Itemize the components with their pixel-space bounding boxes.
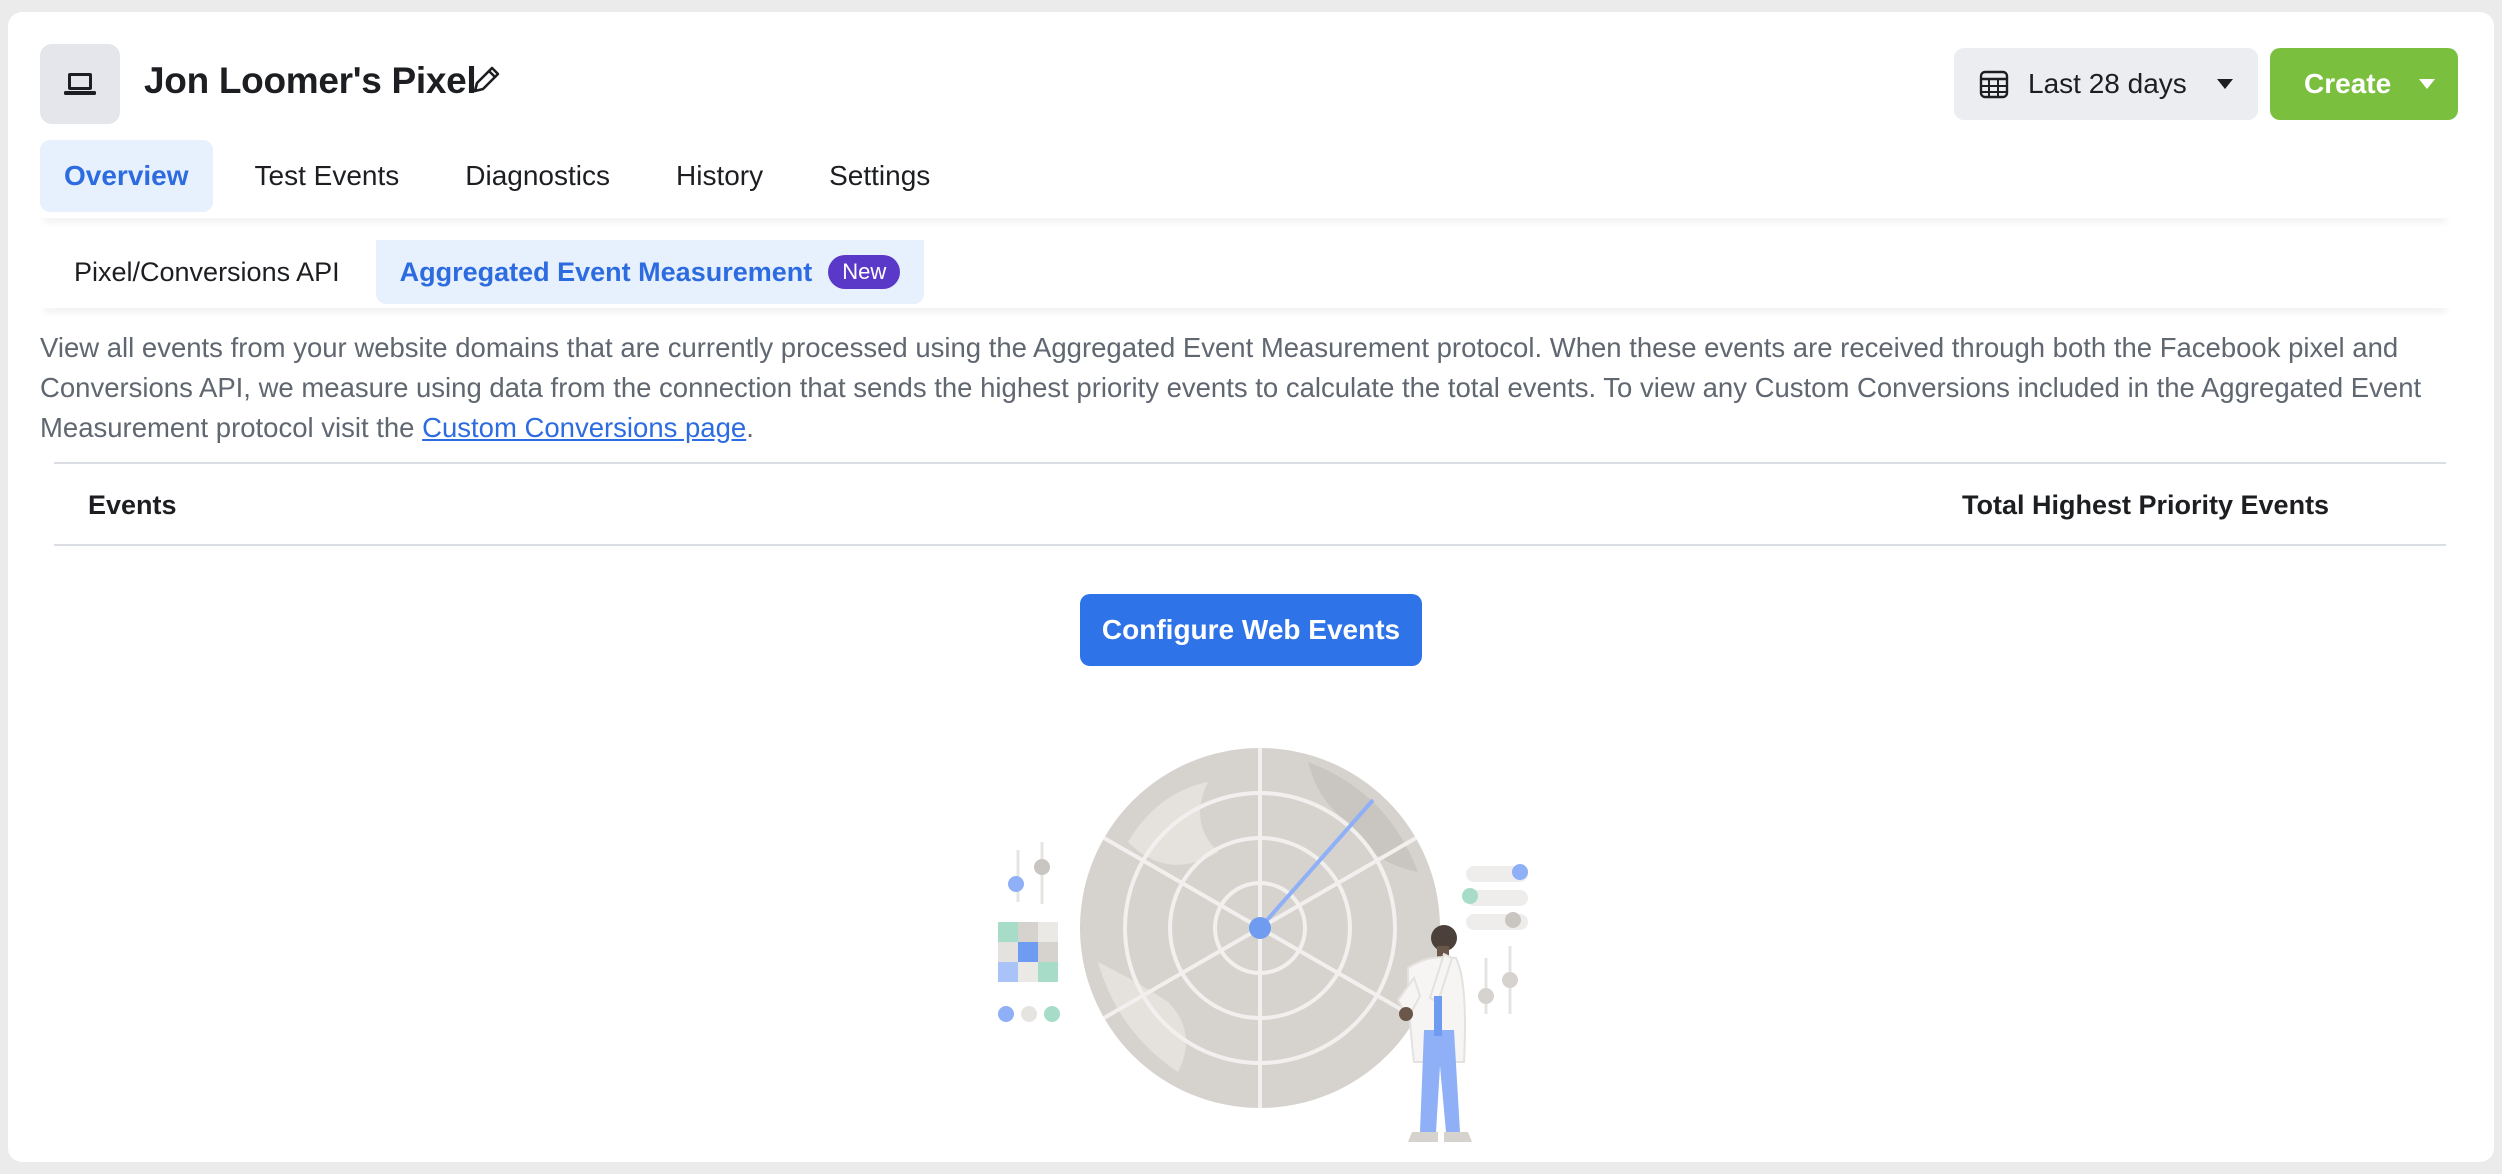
description-text: View all events from your website domain…: [40, 328, 2480, 448]
column-header-events[interactable]: Events: [88, 490, 177, 521]
subtab-label: Aggregated Event Measurement: [399, 256, 813, 287]
date-range-label: Last 28 days: [2028, 68, 2187, 99]
caret-down-icon: [2419, 79, 2435, 89]
events-table-header: Events Total Highest Priority Events: [54, 462, 2446, 546]
subtab-label: Pixel/Conversions API: [74, 256, 340, 287]
configure-web-events-button[interactable]: Configure Web Events: [1080, 594, 1422, 666]
calendar-icon: [1979, 70, 2009, 99]
tab-test-events[interactable]: Test Events: [231, 140, 424, 212]
pencil-icon[interactable]: [466, 60, 506, 100]
subtab-pixel-conversions-api[interactable]: Pixel/Conversions API: [50, 240, 364, 304]
tab-overview[interactable]: Overview: [40, 140, 213, 212]
laptop-icon: [40, 44, 120, 124]
page-title: Jon Loomer's Pixel: [144, 60, 477, 101]
page-header: Jon Loomer's Pixel Last 28 days Create O…: [8, 12, 2494, 212]
radar-illustration: [998, 748, 1528, 1142]
tab-diagnostics[interactable]: Diagnostics: [441, 140, 634, 212]
sub-tabs: Pixel/Conversions API Aggregated Event M…: [50, 240, 936, 304]
main-card: Jon Loomer's Pixel Last 28 days Create O…: [8, 12, 2494, 1162]
description-body: View all events from your website domain…: [40, 332, 2422, 443]
create-button[interactable]: Create: [2270, 48, 2458, 120]
caret-down-icon: [2217, 79, 2233, 89]
create-label: Create: [2304, 68, 2392, 99]
date-range-dropdown[interactable]: Last 28 days: [1954, 48, 2258, 120]
custom-conversions-link[interactable]: Custom Conversions page: [422, 412, 746, 443]
subtabs-divider: [40, 298, 2450, 308]
tab-history[interactable]: History: [652, 140, 787, 212]
main-tabs: Overview Test Events Diagnostics History…: [40, 140, 972, 212]
tab-settings[interactable]: Settings: [805, 140, 954, 212]
column-header-total-highest-priority-events[interactable]: Total Highest Priority Events: [1962, 490, 2329, 521]
subtab-aggregated-event-measurement[interactable]: Aggregated Event Measurement New: [375, 240, 925, 304]
description-suffix: .: [746, 412, 754, 443]
new-badge: New: [828, 255, 901, 289]
tabs-divider: [40, 208, 2450, 218]
